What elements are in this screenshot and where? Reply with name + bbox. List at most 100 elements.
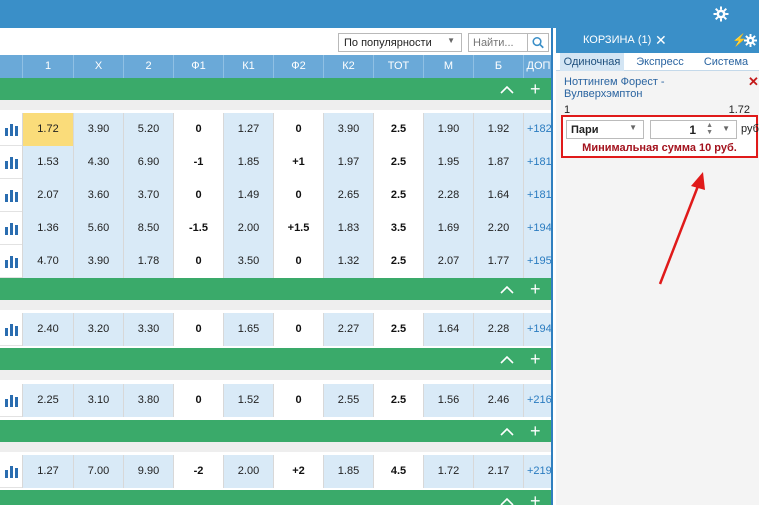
odds-cell[interactable]: 0 <box>273 313 323 346</box>
odds-cell[interactable]: 0 <box>173 245 223 278</box>
odds-cell[interactable]: 3.5 <box>373 212 423 245</box>
plus-icon[interactable]: + <box>530 79 541 99</box>
more-bets-link[interactable]: +181 <box>523 146 553 179</box>
odds-cell[interactable]: 4.30 <box>73 146 123 179</box>
odds-cell[interactable]: 1.95 <box>423 146 473 179</box>
odds-cell[interactable]: 3.60 <box>73 179 123 212</box>
odds-cell[interactable]: 2.07 <box>22 179 73 212</box>
odds-cell[interactable]: 1.27 <box>223 113 273 146</box>
odds-cell[interactable]: 0 <box>173 313 223 346</box>
odds-cell[interactable]: 2.65 <box>323 179 373 212</box>
collapse-icon[interactable] <box>500 426 514 436</box>
stats-icon[interactable] <box>4 464 20 478</box>
odds-cell[interactable]: 3.90 <box>323 113 373 146</box>
odds-cell[interactable]: 2.00 <box>223 455 273 488</box>
odds-cell[interactable]: 2.5 <box>373 384 423 417</box>
odds-cell[interactable]: +1 <box>273 146 323 179</box>
odds-cell[interactable]: 2.28 <box>473 313 523 346</box>
collapse-icon[interactable] <box>500 354 514 364</box>
odds-cell[interactable]: 3.50 <box>223 245 273 278</box>
odds-cell[interactable]: 1.72 <box>22 113 73 146</box>
odds-cell[interactable]: 1.87 <box>473 146 523 179</box>
league-header[interactable]: + <box>0 348 551 370</box>
odds-cell[interactable]: 2.5 <box>373 313 423 346</box>
odds-cell[interactable]: 1.49 <box>223 179 273 212</box>
stepper-icon[interactable]: ▲ ▼ <box>706 122 713 136</box>
odds-cell[interactable]: 3.90 <box>73 113 123 146</box>
odds-cell[interactable]: 1.56 <box>423 384 473 417</box>
plus-icon[interactable]: + <box>530 491 541 505</box>
odds-cell[interactable]: 6.90 <box>123 146 173 179</box>
odds-cell[interactable]: 5.20 <box>123 113 173 146</box>
odds-cell[interactable]: 1.90 <box>423 113 473 146</box>
odds-cell[interactable]: 1.92 <box>473 113 523 146</box>
event-name[interactable]: Ноттингем Форест - Вулверхэмптон <box>564 76 744 100</box>
odds-cell[interactable]: 4.5 <box>373 455 423 488</box>
league-header[interactable]: + <box>0 78 551 100</box>
odds-cell[interactable]: 1.64 <box>423 313 473 346</box>
remove-icon[interactable]: ✕ <box>748 74 759 90</box>
odds-cell[interactable]: 0 <box>273 113 323 146</box>
odds-cell[interactable]: 3.70 <box>123 179 173 212</box>
league-header[interactable]: + <box>0 278 551 300</box>
odds-cell[interactable]: -2 <box>173 455 223 488</box>
odds-cell[interactable]: 7.00 <box>73 455 123 488</box>
league-header[interactable]: + <box>0 420 551 442</box>
search-icon[interactable] <box>527 34 548 51</box>
stats-icon[interactable] <box>4 322 20 336</box>
odds-cell[interactable]: 1.65 <box>223 313 273 346</box>
odds-cell[interactable]: 2.40 <box>22 313 73 346</box>
collapse-icon[interactable] <box>500 284 514 294</box>
stats-icon[interactable] <box>4 393 20 407</box>
odds-cell[interactable]: 5.60 <box>73 212 123 245</box>
more-bets-link[interactable]: +182 <box>523 113 553 146</box>
odds-cell[interactable]: 2.00 <box>223 212 273 245</box>
odds-cell[interactable]: 4.70 <box>22 245 73 278</box>
odds-cell[interactable]: 3.90 <box>73 245 123 278</box>
odds-cell[interactable]: -1 <box>173 146 223 179</box>
odds-cell[interactable]: 8.50 <box>123 212 173 245</box>
odds-cell[interactable]: 1.52 <box>223 384 273 417</box>
odds-cell[interactable]: 0 <box>173 384 223 417</box>
odds-cell[interactable]: 0 <box>273 179 323 212</box>
odds-cell[interactable]: 2.27 <box>323 313 373 346</box>
league-header[interactable]: + <box>0 490 551 505</box>
odds-cell[interactable]: 1.36 <box>22 212 73 245</box>
odds-cell[interactable]: 2.5 <box>373 179 423 212</box>
odds-cell[interactable]: -1.5 <box>173 212 223 245</box>
odds-cell[interactable]: 3.10 <box>73 384 123 417</box>
stats-icon[interactable] <box>4 122 20 136</box>
odds-cell[interactable]: 1.72 <box>423 455 473 488</box>
odds-cell[interactable]: 0 <box>273 384 323 417</box>
more-bets-link[interactable]: +194 <box>523 212 553 245</box>
odds-cell[interactable]: 3.80 <box>123 384 173 417</box>
odds-cell[interactable]: 1.69 <box>423 212 473 245</box>
tab-system[interactable]: Система <box>696 53 756 71</box>
odds-cell[interactable]: 0 <box>273 245 323 278</box>
odds-cell[interactable]: +2 <box>273 455 323 488</box>
more-bets-link[interactable]: +181 <box>523 179 553 212</box>
odds-cell[interactable]: 1.97 <box>323 146 373 179</box>
odds-cell[interactable]: 1.78 <box>123 245 173 278</box>
plus-icon[interactable]: + <box>530 421 541 441</box>
odds-cell[interactable]: 2.20 <box>473 212 523 245</box>
stats-icon[interactable] <box>4 188 20 202</box>
plus-icon[interactable]: + <box>530 349 541 369</box>
odds-cell[interactable]: 3.30 <box>123 313 173 346</box>
odds-cell[interactable]: 0 <box>173 113 223 146</box>
odds-cell[interactable]: 1.27 <box>22 455 73 488</box>
odds-cell[interactable]: 0 <box>173 179 223 212</box>
plus-icon[interactable]: + <box>530 279 541 299</box>
stats-icon[interactable] <box>4 155 20 169</box>
odds-cell[interactable]: 2.5 <box>373 113 423 146</box>
odds-cell[interactable]: 2.46 <box>473 384 523 417</box>
odds-cell[interactable]: 3.20 <box>73 313 123 346</box>
odds-cell[interactable]: 1.77 <box>473 245 523 278</box>
odds-cell[interactable]: 2.25 <box>22 384 73 417</box>
amount-input[interactable]: 1 ▲ ▼ ▼ <box>650 120 737 139</box>
gear-icon[interactable] <box>713 6 729 22</box>
more-bets-link[interactable]: +216 <box>523 384 553 417</box>
more-bets-link[interactable]: +194 <box>523 313 553 346</box>
odds-cell[interactable]: 2.28 <box>423 179 473 212</box>
odds-cell[interactable]: 2.55 <box>323 384 373 417</box>
